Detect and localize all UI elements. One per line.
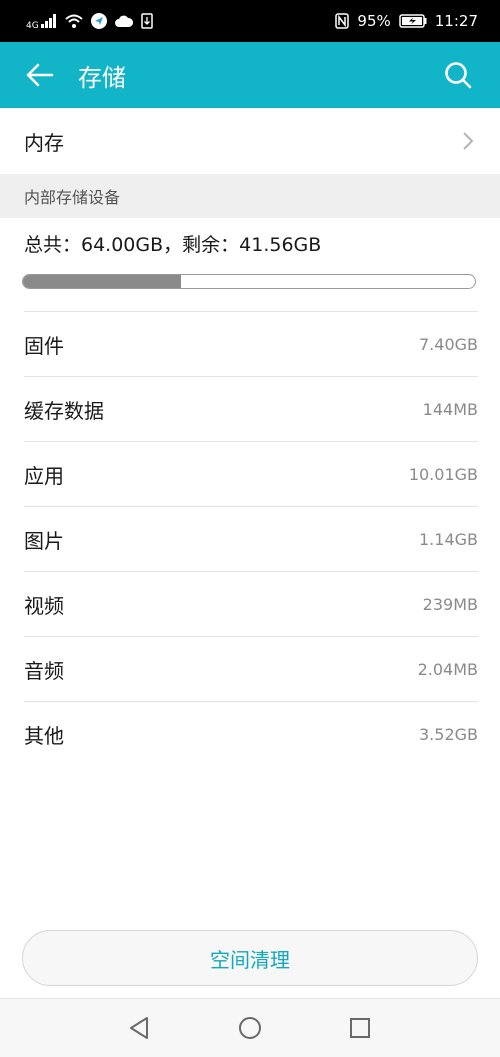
nav-home-button[interactable] xyxy=(235,1013,265,1043)
storage-category-item[interactable]: 缓存数据 144MB xyxy=(24,376,478,441)
battery-percent: 95% xyxy=(357,12,391,30)
storage-usage-fill xyxy=(23,275,182,288)
space-cleanup-button[interactable]: 空间清理 xyxy=(22,930,478,986)
storage-category-size: 3.52GB xyxy=(419,724,478,744)
storage-summary: 总共：64.00GB，剩余：41.56GB xyxy=(24,234,322,256)
sim-notification-icon xyxy=(140,13,153,29)
storage-category-list: 固件 7.40GB 缓存数据 144MB 应用 10.01GB 图片 1.14GB 视频 239M… xyxy=(0,311,500,766)
chevron-right-icon xyxy=(463,132,474,150)
storage-category-label: 固件 xyxy=(24,333,64,358)
storage-panel: 总共：64.00GB，剩余：41.56GB 固件 7.40GB 缓存数据 144MB 应… xyxy=(0,218,500,998)
navigation-bar xyxy=(0,998,500,1057)
signal-icon xyxy=(40,14,56,28)
storage-category-label: 图片 xyxy=(24,528,64,553)
triangle-back-icon xyxy=(130,1017,148,1039)
cloud-icon xyxy=(114,15,133,27)
back-button[interactable] xyxy=(20,55,60,95)
storage-category-item[interactable]: 视频 239MB xyxy=(24,571,478,636)
storage-category-label: 缓存数据 xyxy=(24,398,104,423)
status-right: 95% 11:27 xyxy=(335,12,478,30)
storage-category-item[interactable]: 图片 1.14GB xyxy=(24,506,478,571)
storage-category-size: 1.14GB xyxy=(419,529,478,549)
storage-category-label: 应用 xyxy=(24,463,64,488)
storage-category-size: 10.01GB xyxy=(408,464,478,484)
status-bar: 4G 95% 11:27 xyxy=(0,0,500,42)
storage-category-item[interactable]: 固件 7.40GB xyxy=(24,311,478,376)
search-icon xyxy=(445,62,472,89)
storage-category-size: 2.04MB xyxy=(417,659,478,679)
clock: 11:27 xyxy=(434,12,478,30)
memory-row[interactable]: 内存 xyxy=(0,108,500,174)
section-title: 内部存储设备 xyxy=(24,188,121,207)
battery-icon xyxy=(399,14,427,28)
memory-label: 内存 xyxy=(24,130,64,155)
nfc-icon xyxy=(335,13,350,29)
storage-category-label: 视频 xyxy=(24,593,64,618)
arrow-left-icon xyxy=(26,63,54,87)
storage-category-label: 音频 xyxy=(24,658,64,683)
nav-recents-button[interactable] xyxy=(345,1013,375,1043)
search-button[interactable] xyxy=(438,55,478,95)
square-recents-icon xyxy=(350,1018,370,1038)
status-left: 4G xyxy=(26,12,153,31)
storage-category-size: 7.40GB xyxy=(419,334,478,354)
storage-category-size: 144MB xyxy=(422,399,478,419)
telegram-icon xyxy=(90,13,107,29)
storage-category-item[interactable]: 音频 2.04MB xyxy=(24,636,478,701)
storage-category-item[interactable]: 应用 10.01GB xyxy=(24,441,478,506)
storage-usage-bar xyxy=(22,274,476,289)
wifi-icon xyxy=(65,14,83,28)
section-header: 内部存储设备 xyxy=(0,174,500,218)
space-cleanup-label: 空间清理 xyxy=(210,947,290,972)
app-bar: 存储 xyxy=(0,42,500,108)
nav-back-button[interactable] xyxy=(125,1013,155,1043)
page-title: 存储 xyxy=(78,63,126,92)
network-type: 4G xyxy=(26,20,39,31)
circle-home-icon xyxy=(239,1017,261,1039)
storage-category-item[interactable]: 其他 3.52GB xyxy=(24,701,478,766)
storage-category-size: 239MB xyxy=(422,594,478,614)
storage-category-label: 其他 xyxy=(24,723,64,748)
